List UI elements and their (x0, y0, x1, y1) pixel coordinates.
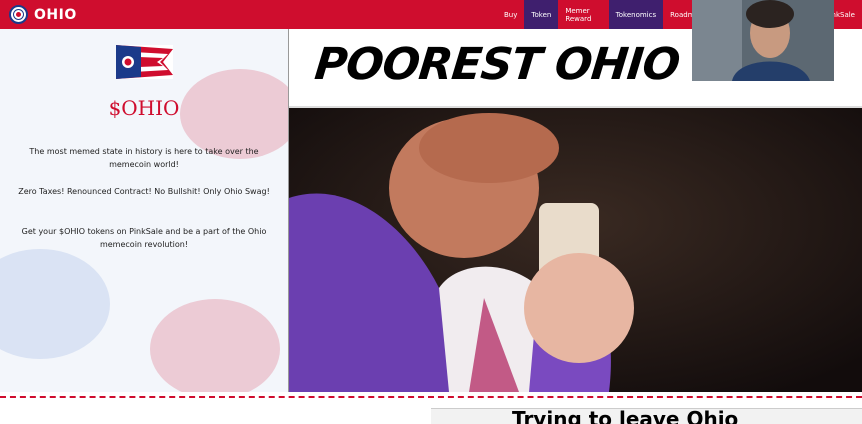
next-meme-caption: Trying to leave Ohio (512, 408, 739, 424)
map-decoration (0, 249, 110, 359)
nav-link-memer-reward[interactable]: Memer Reward (558, 0, 608, 29)
map-decoration (150, 299, 280, 392)
intro-text-1: The most memed state in history is here … (29, 147, 259, 169)
intro-panel (0, 29, 288, 392)
intro-text-2: Zero Taxes! Renounced Contract! No Bulls… (18, 187, 270, 196)
nav-link-buy[interactable]: Buy (497, 0, 524, 29)
hero-meme: POOREST OHIO CIT (288, 29, 862, 392)
nav-link-token[interactable]: Token (524, 0, 559, 29)
next-meme-caption-bar: Trying to leave Ohio (431, 408, 862, 424)
dashed-rule (0, 396, 862, 398)
brand-name: OHIO (34, 6, 77, 23)
nav-link-tokenomics[interactable]: Tokenomics (608, 0, 664, 29)
intro-text-3: Get your $OHIO tokens on PinkSale and be… (21, 227, 267, 249)
token-title: $OHIO (108, 96, 180, 120)
brand[interactable]: OHIO (9, 5, 77, 24)
ohio-logo-icon (9, 5, 28, 24)
meme-photo (289, 108, 862, 392)
ohio-flag-icon (116, 45, 173, 79)
webcam-overlay (692, 0, 834, 81)
